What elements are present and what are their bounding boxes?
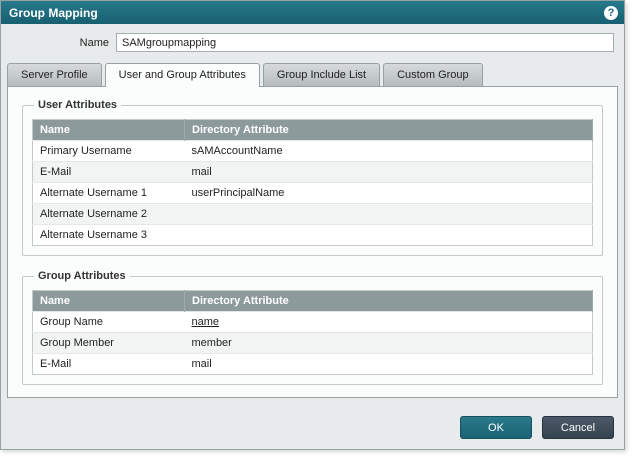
dialog-titlebar: Group Mapping ? [1,1,624,24]
column-header-name: Name [33,120,185,141]
table-row[interactable]: Group Name name [33,312,593,333]
column-header-name: Name [33,291,185,312]
group-mapping-dialog: Group Mapping ? Name Server Profile User… [0,0,625,450]
attribute-name-cell: Primary Username [33,141,185,162]
tab-content-panel: User Attributes Name Directory Attribute… [7,86,618,398]
table-row[interactable]: E-Mail mail [33,354,593,375]
dialog-title: Group Mapping [9,6,98,20]
attribute-name-cell: Alternate Username 3 [33,225,185,246]
cancel-button[interactable]: Cancel [542,416,614,439]
directory-attribute-link[interactable]: name [185,312,593,333]
directory-attribute-cell[interactable]: mail [185,354,593,375]
table-row[interactable]: Primary Username sAMAccountName [33,141,593,162]
help-icon[interactable]: ? [604,6,618,20]
column-header-directory-attribute: Directory Attribute [185,120,593,141]
directory-attribute-cell[interactable]: userPrincipalName [185,183,593,204]
name-label: Name [1,37,116,49]
table-row[interactable]: Group Member member [33,333,593,354]
name-input[interactable] [116,33,614,52]
directory-attribute-cell[interactable]: member [185,333,593,354]
table-row[interactable]: E-Mail mail [33,162,593,183]
table-row[interactable]: Alternate Username 2 [33,204,593,225]
tab-user-and-group-attributes[interactable]: User and Group Attributes [105,63,260,87]
user-attributes-title: User Attributes [34,99,121,111]
table-header-row: Name Directory Attribute [33,291,593,312]
dialog-footer: OK Cancel [460,416,614,439]
attribute-name-cell: Group Name [33,312,185,333]
attribute-name-cell: Alternate Username 2 [33,204,185,225]
directory-attribute-cell[interactable]: sAMAccountName [185,141,593,162]
user-attributes-table: Name Directory Attribute Primary Usernam… [32,119,593,246]
attribute-name-cell: Group Member [33,333,185,354]
tab-group-include-list[interactable]: Group Include List [263,63,380,86]
group-attributes-table: Name Directory Attribute Group Name name… [32,290,593,375]
attribute-name-cell: Alternate Username 1 [33,183,185,204]
table-row[interactable]: Alternate Username 1 userPrincipalName [33,183,593,204]
ok-button[interactable]: OK [460,416,532,439]
table-header-row: Name Directory Attribute [33,120,593,141]
directory-attribute-cell[interactable]: mail [185,162,593,183]
tab-server-profile[interactable]: Server Profile [7,63,102,86]
user-attributes-section: User Attributes Name Directory Attribute… [22,99,603,256]
table-row[interactable]: Alternate Username 3 [33,225,593,246]
attribute-name-cell: E-Mail [33,354,185,375]
tab-bar: Server Profile User and Group Attributes… [7,63,624,86]
directory-attribute-cell[interactable] [185,225,593,246]
group-attributes-title: Group Attributes [34,270,130,282]
tab-custom-group[interactable]: Custom Group [383,63,483,86]
attribute-name-cell: E-Mail [33,162,185,183]
group-attributes-section: Group Attributes Name Directory Attribut… [22,270,603,385]
column-header-directory-attribute: Directory Attribute [185,291,593,312]
directory-attribute-cell[interactable] [185,204,593,225]
name-row: Name [1,24,624,59]
